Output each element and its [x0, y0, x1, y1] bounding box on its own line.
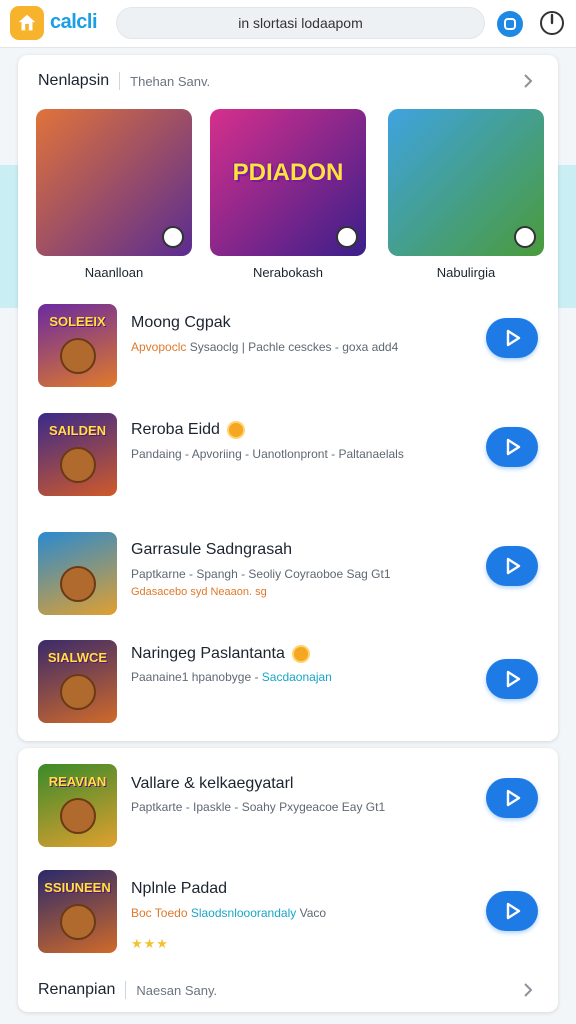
- game-thumbnail[interactable]: SAILDEN: [38, 413, 117, 496]
- game-title: Garrasule Sadngrasah: [131, 541, 292, 559]
- subtitle-segment: Vaco: [296, 906, 327, 920]
- game-thumbnail[interactable]: [38, 532, 117, 615]
- subtitle-segment: Apvopoclc: [131, 340, 187, 354]
- game-list-item[interactable]: Garrasule Sadngrasah Paptkarne - Spangh -…: [38, 532, 538, 616]
- game-subtitle: Boc Toedo Slaodsnlooorandaly Vaco: [131, 906, 326, 920]
- game-subtitle: Paptkarne - Spangh - Seoliy Coyraoboe Sa…: [131, 567, 391, 581]
- game-list-item[interactable]: SAILDEN Reroba Eidd Pandaing - Apvoriing -…: [38, 413, 538, 497]
- game-thumbnail[interactable]: SIALWCE: [38, 640, 117, 723]
- game-thumbnail[interactable]: SOLEEIX: [38, 304, 117, 387]
- section-title: Nenlapsin: [38, 72, 110, 89]
- subtitle-segment: Sysaoclg | Pachle cesckes - goxa add4: [186, 340, 399, 354]
- chevron-right-icon[interactable]: [518, 980, 538, 1000]
- divider: [119, 72, 121, 90]
- game-artwork[interactable]: [36, 109, 192, 256]
- subtitle-segment: Slaodsnlooorandaly: [190, 906, 297, 920]
- divider: [125, 981, 127, 999]
- thumbnail-title: SAILDEN: [48, 423, 107, 438]
- badge-icon: [162, 226, 184, 248]
- game-list-item[interactable]: REAVIAN Vallare & kelkaegyatarl Paptkarte …: [38, 764, 538, 848]
- badge-icon: [514, 226, 536, 248]
- section-subtitle: Thehan Sanv.: [130, 73, 211, 89]
- character-art: [60, 447, 96, 483]
- thumbnail-title: SOLEEIX: [49, 314, 106, 329]
- game-subtitle: Pandaing - Apvoriing - Uanotlonpront - P…: [131, 447, 404, 461]
- play-icon: [506, 557, 521, 575]
- play-icon: [506, 438, 521, 456]
- game-title: Vallare & kelkaegyatarl: [131, 775, 293, 793]
- game-list-item[interactable]: SOLEEIX Moong Cgpak Apvopoclc Sysaoclg | P…: [38, 304, 538, 388]
- game-subtitle: Apvopoclc Sysaoclg | Pachle cesckes - go…: [131, 340, 398, 354]
- game-title-text: Naringeg Paslantanta: [131, 645, 285, 662]
- profile-icon[interactable]: [497, 11, 523, 37]
- top-bar: calcli in slortasi lodaapom: [0, 0, 576, 48]
- game-title-text: Nplnle Padad: [131, 880, 228, 897]
- game-subtitle-secondary: Gdasacebo syd Neaaon. sg: [131, 586, 267, 598]
- game-title-text: Vallare & kelkaegyatarl: [131, 775, 294, 792]
- rating-stars: ★★★: [131, 936, 169, 951]
- section-subtitle: Naesan Sany.: [136, 982, 218, 998]
- chevron-right-icon[interactable]: [518, 71, 538, 91]
- game-title-text: Moong Cgpak: [131, 314, 231, 331]
- play-button[interactable]: [486, 427, 538, 467]
- play-icon: [506, 670, 521, 688]
- game-title: Moong Cgpak: [131, 314, 231, 332]
- featured-game-tile[interactable]: PDIADON Nerabokash: [210, 109, 366, 280]
- subtitle-segment: Paanaine1 hpanobyge -: [131, 670, 262, 684]
- game-title-text: Reroba Eidd: [131, 421, 220, 438]
- subtitle-segment: Pandaing - Apvoriing - Uanotlonpront - P…: [131, 447, 404, 461]
- featured-game-tile[interactable]: Naanlloan: [36, 109, 192, 280]
- game-title: Naringeg Paslantanta: [131, 645, 310, 663]
- section-header[interactable]: Nenlapsin Thehan Sanv.: [38, 69, 538, 93]
- character-art: [60, 338, 96, 374]
- play-button[interactable]: [486, 659, 538, 699]
- featured-game-name: Naanlloan: [84, 265, 144, 280]
- games-card-secondary: REAVIAN Vallare & kelkaegyatarl Paptkarte …: [18, 748, 558, 1012]
- game-list-item[interactable]: SIALWCE Naringeg Paslantanta Paanaine1 hpa…: [38, 640, 538, 724]
- character-art: [60, 674, 96, 710]
- character-art: [60, 566, 96, 602]
- game-thumbnail[interactable]: REAVIAN: [38, 764, 117, 847]
- thumbnail-title: SIALWCE: [47, 650, 108, 665]
- power-icon[interactable]: [538, 9, 566, 37]
- coin-icon: [226, 421, 245, 439]
- game-title-text: Garrasule Sadngrasah: [131, 541, 292, 558]
- section-header[interactable]: Renanpian Naesan Sany.: [38, 978, 538, 1002]
- play-icon: [506, 902, 521, 920]
- character-art: [60, 798, 96, 834]
- subtitle-segment: Sacdaonajan: [261, 670, 332, 684]
- featured-game-tile[interactable]: Nabulirgia: [388, 109, 544, 280]
- play-button[interactable]: [486, 778, 538, 818]
- subtitle-segment: Paptkarte - Ipaskle - Soahy Pxygeacoe Ea…: [131, 800, 386, 814]
- artwork-title: PDIADON: [232, 159, 344, 186]
- game-title: Reroba Eidd: [131, 421, 245, 439]
- game-artwork[interactable]: PDIADON: [210, 109, 366, 256]
- badge-icon: [336, 226, 358, 248]
- play-button[interactable]: [486, 546, 538, 586]
- character-art: [60, 904, 96, 940]
- game-subtitle: Paptkarte - Ipaskle - Soahy Pxygeacoe Ea…: [131, 800, 385, 814]
- thumbnail-title: REAVIAN: [48, 774, 107, 789]
- games-card-primary: Nenlapsin Thehan Sanv. Naanlloan PDIADON N…: [18, 55, 558, 741]
- brand-name: calcli: [50, 11, 98, 33]
- thumbnail-title: SSIUNEEN: [44, 880, 111, 895]
- coin-icon: [291, 645, 310, 663]
- play-icon: [506, 789, 521, 807]
- section-title: Renanpian: [38, 981, 116, 998]
- game-thumbnail[interactable]: SSIUNEEN: [38, 870, 117, 953]
- subtitle-segment: Boc Toedo: [131, 906, 191, 920]
- game-title: Nplnle Padad: [131, 880, 227, 898]
- featured-game-name: Nabulirgia: [436, 265, 496, 280]
- game-artwork[interactable]: [388, 109, 544, 256]
- play-icon: [506, 329, 521, 347]
- subtitle-segment: Paptkarne - Spangh - Seoliy Coyraoboe Sa…: [131, 567, 391, 581]
- play-button[interactable]: [486, 891, 538, 931]
- home-logo-icon[interactable]: [10, 6, 44, 40]
- game-subtitle: Paanaine1 hpanobyge - Sacdaonajan: [131, 670, 332, 684]
- game-list-item[interactable]: SSIUNEEN Nplnle Padad Boc Toedo Slaodsnloo…: [38, 870, 538, 954]
- featured-game-name: Nerabokash: [252, 265, 324, 280]
- search-bar[interactable]: in slortasi lodaapom: [116, 7, 485, 39]
- play-button[interactable]: [486, 318, 538, 358]
